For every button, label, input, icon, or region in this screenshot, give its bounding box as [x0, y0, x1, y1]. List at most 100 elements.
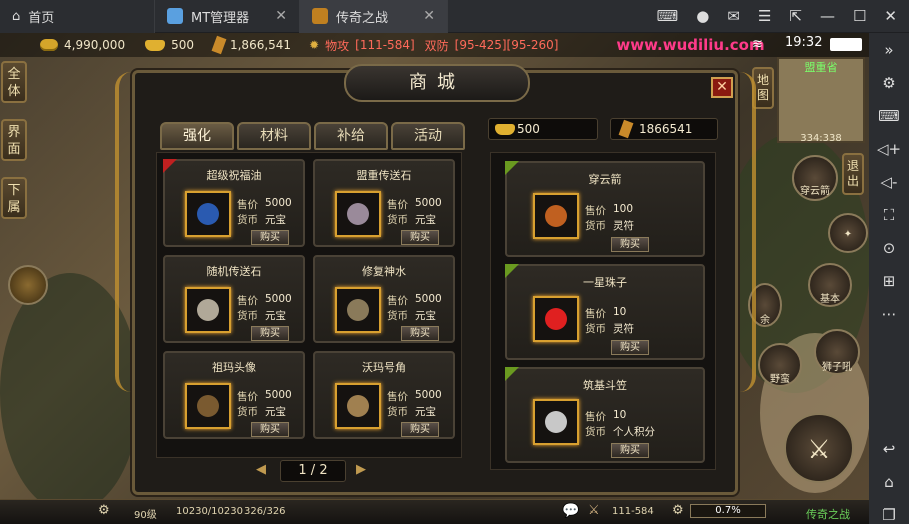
- item-slot[interactable]: [335, 287, 381, 333]
- shop-item-card[interactable]: 修复神水 售价 5000 货币 元宝 购买: [313, 255, 455, 343]
- volume-down-icon[interactable]: ◁-: [881, 173, 898, 191]
- item-price: 10: [613, 306, 627, 318]
- skill-label: 狮子吼: [822, 362, 852, 373]
- defense-value: [95-425][95-260]: [454, 38, 559, 52]
- item-slot[interactable]: [335, 191, 381, 237]
- tab-game[interactable]: 传奇之战 ✕: [300, 0, 448, 33]
- minimize-icon[interactable]: —: [820, 7, 835, 25]
- item-name: 筑基斗笠: [583, 379, 627, 392]
- back-icon[interactable]: ↩: [883, 440, 896, 458]
- item-price: 5000: [415, 197, 442, 209]
- close-icon[interactable]: ✕: [884, 7, 897, 25]
- item-price: 5000: [265, 293, 292, 305]
- tab-mt-manager[interactable]: MT管理器 ✕: [155, 0, 300, 33]
- special-item-card[interactable]: 一星珠子 售价 10 货币 灵符 购买: [505, 264, 705, 360]
- fullscreen-icon[interactable]: ⛶: [884, 206, 895, 224]
- skill-basic[interactable]: 基本: [808, 263, 852, 307]
- buy-button[interactable]: 购买: [611, 443, 649, 458]
- item-slot[interactable]: [533, 399, 579, 445]
- item-slot[interactable]: [533, 193, 579, 239]
- item-slot[interactable]: [185, 287, 231, 333]
- buy-button[interactable]: 购买: [401, 422, 439, 437]
- external-icon[interactable]: ⇱: [789, 7, 802, 25]
- mail-icon[interactable]: ✉: [727, 7, 740, 25]
- gear-icon[interactable]: ⚙: [882, 74, 895, 92]
- special-item-card[interactable]: 穿云箭 售价 100 货币 灵符 购买: [505, 161, 705, 257]
- price-label: 售价: [387, 391, 408, 403]
- item-currency: 灵符: [613, 323, 634, 335]
- item-slot[interactable]: [185, 191, 231, 237]
- tab-enhance[interactable]: 强化: [160, 122, 234, 150]
- website-watermark: www.wudiliu.com: [616, 36, 765, 54]
- tab-supplies[interactable]: 补给: [314, 122, 388, 150]
- add-app-icon[interactable]: ⊞: [883, 272, 896, 290]
- buy-button[interactable]: 购买: [611, 340, 649, 355]
- item-slot[interactable]: [185, 383, 231, 429]
- record-icon[interactable]: ⊙: [883, 239, 896, 257]
- more-icon[interactable]: ⋯: [882, 305, 897, 323]
- buy-button[interactable]: 购买: [251, 422, 289, 437]
- tab-materials[interactable]: 材料: [237, 122, 311, 150]
- item-price: 5000: [415, 389, 442, 401]
- maximize-icon[interactable]: ☐: [853, 7, 866, 25]
- buy-button[interactable]: 购买: [251, 326, 289, 341]
- collapse-icon[interactable]: »: [884, 41, 893, 59]
- attack-mode-icon[interactable]: ⚔: [588, 503, 600, 518]
- item-icon: [545, 205, 567, 227]
- shop-item-card[interactable]: 随机传送石 售价 5000 货币 元宝 购买: [163, 255, 305, 343]
- buy-button[interactable]: 购买: [611, 237, 649, 252]
- settings-icon[interactable]: ⚙: [672, 503, 684, 518]
- tab-events[interactable]: 活动: [391, 122, 465, 150]
- skill-piercing-arrow[interactable]: 穿云箭: [792, 155, 838, 201]
- ingot-icon: [145, 39, 166, 51]
- shop-item-card[interactable]: 祖玛头像 售价 5000 货币 元宝 购买: [163, 351, 305, 439]
- item-name: 盟重传送石: [356, 169, 412, 182]
- tab-home[interactable]: ⌂ 首页: [0, 0, 155, 33]
- close-tab-icon[interactable]: ✕: [423, 8, 435, 24]
- side-button-all[interactable]: 全 体: [1, 61, 27, 103]
- settings-icon[interactable]: ☰: [758, 7, 771, 25]
- buy-button[interactable]: 购买: [251, 230, 289, 245]
- item-icon: [347, 203, 369, 225]
- side-button-subordinate[interactable]: 下 属: [1, 177, 27, 219]
- shop-close-button[interactable]: ✕: [711, 77, 733, 98]
- game-icon: [312, 8, 328, 24]
- exit-button[interactable]: 退 出: [842, 153, 864, 195]
- buy-button[interactable]: 购买: [401, 326, 439, 341]
- tab-home-label: 首页: [28, 10, 55, 26]
- keyboard-icon[interactable]: ⌨: [878, 107, 900, 125]
- item-slot[interactable]: [335, 383, 381, 429]
- item-slot[interactable]: [533, 296, 579, 342]
- side-button-ui[interactable]: 界 面: [1, 119, 27, 161]
- user-icon[interactable]: ●: [696, 7, 709, 25]
- home-nav-icon[interactable]: ⌂: [884, 473, 894, 491]
- next-page-icon[interactable]: ▶: [356, 462, 366, 477]
- character-portrait[interactable]: [8, 265, 48, 305]
- skill-label: 野蛮: [770, 374, 790, 385]
- gear-icon[interactable]: ⚙: [98, 503, 110, 518]
- shop-item-card[interactable]: 沃玛号角 售价 5000 货币 元宝 购买: [313, 351, 455, 439]
- sword-attack-icon[interactable]: ⚔: [784, 413, 854, 483]
- side-button-all-label: 全 体: [7, 67, 21, 99]
- skill-lion-roar[interactable]: 狮子吼: [814, 329, 860, 375]
- shop-item-card[interactable]: 超级祝福油 售价 5000 货币 元宝 购买: [163, 159, 305, 247]
- item-price: 5000: [415, 293, 442, 305]
- gamepad-icon[interactable]: ⌨: [657, 7, 679, 25]
- recent-apps-icon[interactable]: ❐: [882, 506, 895, 524]
- shop-item-card[interactable]: 盟重传送石 售价 5000 货币 元宝 购买: [313, 159, 455, 247]
- price-label: 售价: [237, 295, 258, 307]
- skill-label: 基本: [820, 294, 840, 305]
- compass-icon[interactable]: ✦: [828, 213, 868, 253]
- item-currency: 元宝: [265, 310, 286, 322]
- close-tab-icon[interactable]: ✕: [275, 8, 287, 24]
- shop-charm-balance: 1866541: [610, 118, 718, 140]
- buy-button[interactable]: 购买: [401, 230, 439, 245]
- browser-tab-bar: ⌂ 首页 MT管理器 ✕ 传奇之战 ✕ ⌨ ● ✉ ☰ ⇱ — ☐ ✕: [0, 0, 909, 33]
- price-label: 售价: [585, 205, 606, 217]
- chat-icon[interactable]: 💬: [562, 503, 579, 519]
- volume-up-icon[interactable]: ◁+: [877, 140, 901, 158]
- item-currency: 个人积分: [613, 426, 655, 438]
- prev-page-icon[interactable]: ◀: [256, 462, 266, 477]
- skill-savage[interactable]: 野蛮: [758, 343, 802, 387]
- special-item-card[interactable]: 筑基斗笠 售价 10 货币 个人积分 购买: [505, 367, 705, 463]
